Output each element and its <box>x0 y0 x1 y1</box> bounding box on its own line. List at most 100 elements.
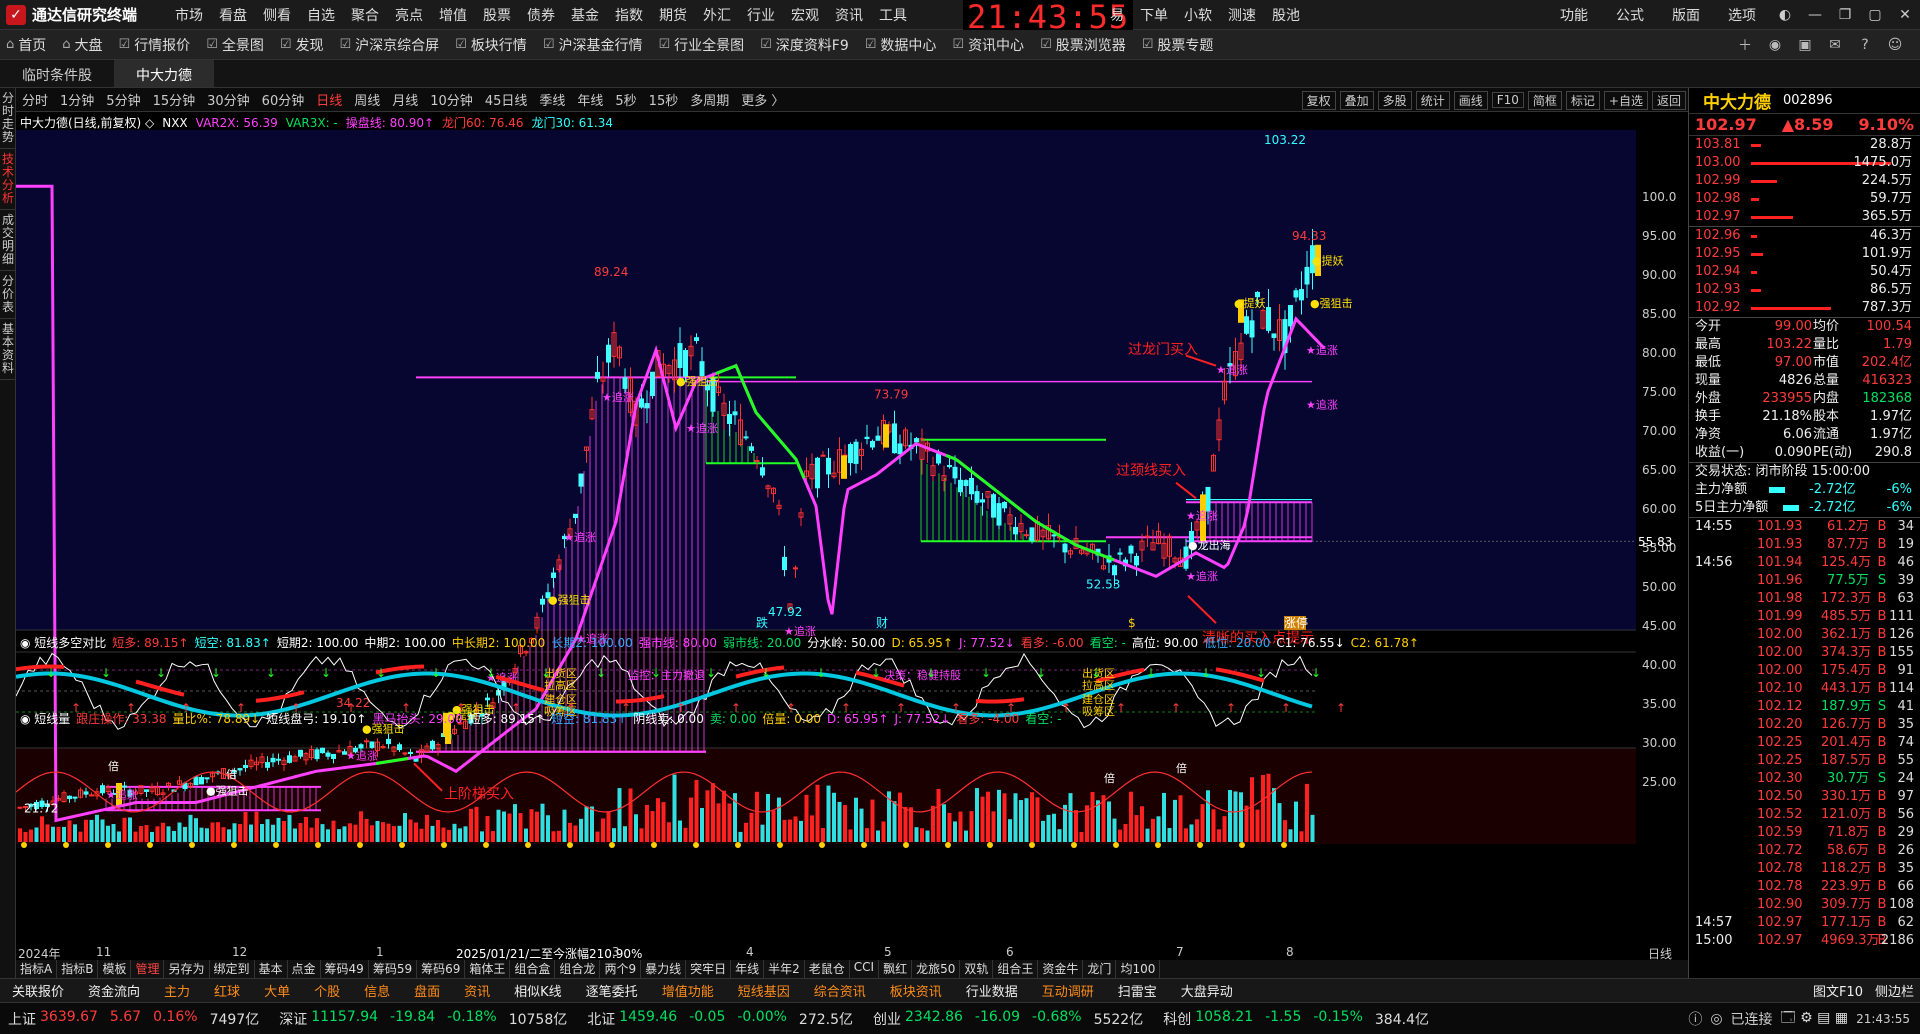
indicator-tab-1[interactable]: 指标B <box>57 960 99 978</box>
fn-item-7[interactable]: 盘面 <box>402 981 452 1000</box>
fn-item-11[interactable]: 增值功能 <box>650 981 726 1000</box>
toolbar-item-8[interactable]: ☑ 行业全景图 <box>652 35 754 55</box>
chart-tool-9[interactable]: 返回 <box>1651 90 1686 110</box>
period-7[interactable]: 周线 <box>348 90 386 109</box>
toolbar-item-9[interactable]: ☑ 深度资料F9 <box>754 35 859 55</box>
fn-item-15[interactable]: 行业数据 <box>954 981 1030 1000</box>
period-9[interactable]: 10分钟 <box>424 90 479 109</box>
fn-right-0[interactable]: 图文F10 <box>1807 981 1869 1000</box>
right-menu-item-2[interactable]: 版面 <box>1658 5 1714 25</box>
period-13[interactable]: 5秒 <box>609 90 642 109</box>
indicator-tab-18[interactable]: 半年2 <box>764 960 805 978</box>
menu-item-14[interactable]: 宏观 <box>783 5 827 25</box>
period-3[interactable]: 15分钟 <box>147 90 202 109</box>
location-icon[interactable]: ◉ <box>1760 37 1790 53</box>
fn-item-10[interactable]: 逐笔委托 <box>574 981 650 1000</box>
toolbar-item-11[interactable]: ☑ 资讯中心 <box>946 35 1034 55</box>
menu2-item-4[interactable]: 股池 <box>1264 5 1308 25</box>
menu-item-15[interactable]: 资讯 <box>827 5 871 25</box>
chart-tool-3[interactable]: 统计 <box>1415 90 1450 110</box>
menu-item-5[interactable]: 亮点 <box>387 5 431 25</box>
fn-item-5[interactable]: 个股 <box>302 981 352 1000</box>
menu2-item-1[interactable]: 下单 <box>1132 5 1176 25</box>
fn-item-13[interactable]: 综合资讯 <box>802 981 878 1000</box>
maximize-icon[interactable]: ▢ <box>1860 7 1890 23</box>
menu-item-8[interactable]: 债券 <box>519 5 563 25</box>
menu-item-10[interactable]: 指数 <box>607 5 651 25</box>
fn-item-8[interactable]: 资讯 <box>452 981 502 1000</box>
bid-row[interactable]: 102.94 50.4万 <box>1689 263 1920 281</box>
period-8[interactable]: 月线 <box>386 90 424 109</box>
chart-tool-0[interactable]: 复权 <box>1301 90 1336 110</box>
left-tab-2[interactable]: 成交明细 <box>0 210 16 271</box>
indicator-tab-4[interactable]: 另存为 <box>164 960 210 978</box>
menu-item-9[interactable]: 基金 <box>563 5 607 25</box>
tray-icons[interactable]: 🗔 ⚙ ▤ ▦ <box>1781 1007 1849 1031</box>
right-menu-item-0[interactable]: 功能 <box>1546 5 1602 25</box>
fn-item-2[interactable]: 主力 <box>152 981 202 1000</box>
toolbar-item-1[interactable]: ⌂ 大盘 <box>56 35 112 55</box>
indicator-tab-0[interactable]: 指标A <box>16 960 58 978</box>
chart-tool-6[interactable]: 简框 <box>1527 90 1562 110</box>
menu-item-3[interactable]: 自选 <box>299 5 343 25</box>
minimize-icon[interactable]: — <box>1800 7 1830 23</box>
chart-tool-4[interactable]: 画线 <box>1453 90 1488 110</box>
bid-row[interactable]: 102.95 101.9万 <box>1689 245 1920 263</box>
period-11[interactable]: 季线 <box>533 90 571 109</box>
menu-item-1[interactable]: 看盘 <box>211 5 255 25</box>
page-tab-1[interactable]: 中大力德 <box>114 60 214 87</box>
bid-row[interactable]: 102.96 46.3万 <box>1689 227 1920 245</box>
ask-row[interactable]: 103.81 28.8万 <box>1689 136 1920 154</box>
menu-item-16[interactable]: 工具 <box>871 5 915 25</box>
menu-item-4[interactable]: 聚合 <box>343 5 387 25</box>
left-tab-0[interactable]: 分时走势 <box>0 88 16 149</box>
restore-icon[interactable]: ❐ <box>1830 7 1860 23</box>
chart-tool-2[interactable]: 多股 <box>1377 90 1412 110</box>
period-16[interactable]: 更多 〉 <box>735 90 790 109</box>
period-12[interactable]: 年线 <box>571 90 609 109</box>
indicator-tab-8[interactable]: 筹码49 <box>321 960 369 978</box>
bid-row[interactable]: 102.92 787.3万 <box>1689 299 1920 317</box>
indicator-tab-25[interactable]: 资金牛 <box>1038 960 1084 978</box>
indicator-tab-17[interactable]: 年线 <box>731 960 765 978</box>
fn-item-12[interactable]: 短线基因 <box>726 981 802 1000</box>
user-icon[interactable]: ☺ <box>1880 37 1910 53</box>
menu-item-13[interactable]: 行业 <box>739 5 783 25</box>
menu-item-0[interactable]: 市场 <box>167 5 211 25</box>
indicator-tab-14[interactable]: 两个9 <box>600 960 642 978</box>
indicator-tab-24[interactable]: 组合王 <box>993 960 1039 978</box>
toolbar-item-0[interactable]: ⌂ 首页 <box>0 35 56 55</box>
period-2[interactable]: 5分钟 <box>100 90 146 109</box>
period-15[interactable]: 多周期 <box>684 90 735 109</box>
chart-tool-8[interactable]: +自选 <box>1603 90 1648 110</box>
page-tab-0[interactable]: 临时条件股 <box>0 60 114 87</box>
menu-item-2[interactable]: 侧看 <box>255 5 299 25</box>
indicator-tab-7[interactable]: 点金 <box>288 960 321 978</box>
help-icon[interactable]: ? <box>1850 37 1880 53</box>
period-14[interactable]: 15秒 <box>643 90 685 109</box>
toolbar-item-4[interactable]: ☑ 发现 <box>274 35 334 55</box>
fn-item-9[interactable]: 相似K线 <box>502 981 574 1000</box>
toolbar-item-2[interactable]: ☑ 行情报价 <box>113 35 201 55</box>
chart-tool-5[interactable]: F10 <box>1491 92 1524 108</box>
menu-item-6[interactable]: 增值 <box>431 5 475 25</box>
right-menu-item-3[interactable]: 选项 <box>1714 5 1770 25</box>
period-0[interactable]: 分时 <box>16 90 54 109</box>
ask-row[interactable]: 103.00 1475.0万 <box>1689 154 1920 172</box>
market-index-4[interactable]: 科创 1058.21 -1.55 -0.15% 384.4亿 <box>1163 1009 1441 1029</box>
indicator-tab-20[interactable]: CCI <box>850 960 880 978</box>
fn-item-17[interactable]: 扫雷宝 <box>1106 981 1169 1000</box>
ask-row[interactable]: 102.97 365.5万 <box>1689 208 1920 226</box>
menu-item-7[interactable]: 股票 <box>475 5 519 25</box>
left-tab-3[interactable]: 分价表 <box>0 271 16 319</box>
left-tab-1[interactable]: 技术分析 <box>0 149 16 210</box>
indicator-tab-9[interactable]: 筹码59 <box>369 960 418 978</box>
fn-item-6[interactable]: 信息 <box>352 981 402 1000</box>
market-index-1[interactable]: 深证 11157.94 -19.84 -0.18% 10758亿 <box>279 1009 579 1029</box>
indicator-tab-2[interactable]: 模板 <box>98 960 132 978</box>
menu2-item-0[interactable]: 易 <box>1102 5 1132 25</box>
toolbar-item-13[interactable]: ☑ 股票专题 <box>1136 35 1224 55</box>
ask-row[interactable]: 102.98 59.7万 <box>1689 190 1920 208</box>
indicator-tab-10[interactable]: 筹码69 <box>417 960 466 978</box>
fn-item-14[interactable]: 板块资讯 <box>878 981 954 1000</box>
